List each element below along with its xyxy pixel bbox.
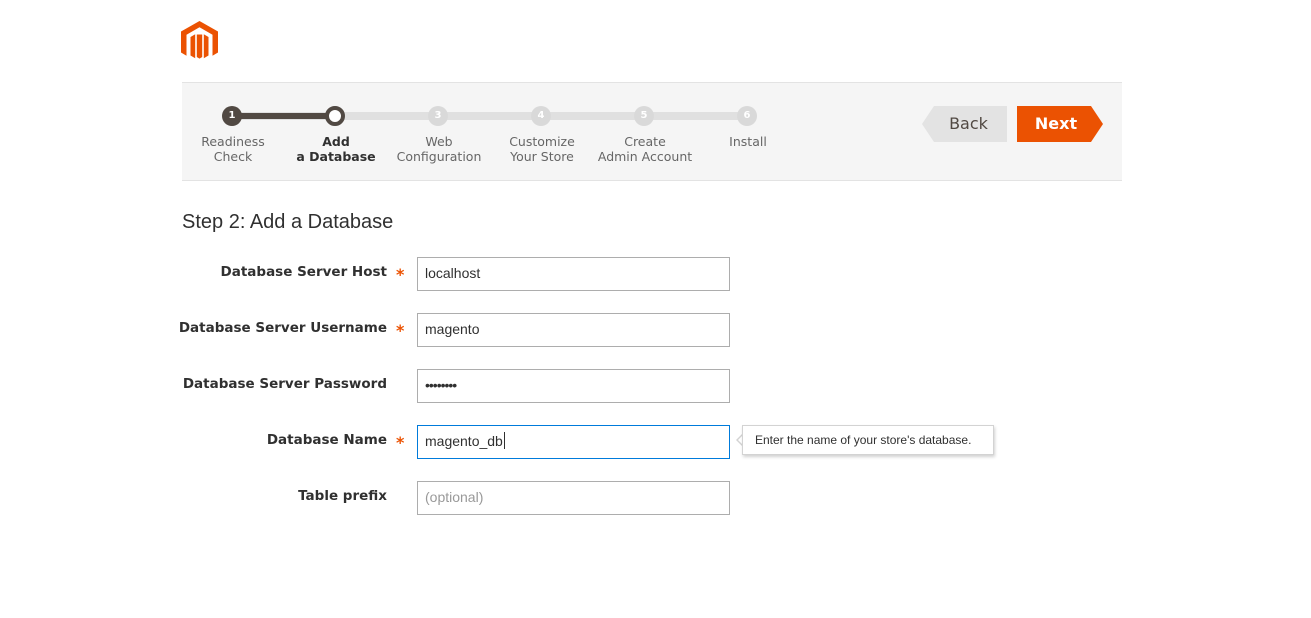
- db-username-label: Database Server Username: [178, 320, 387, 336]
- setup-wizard-page: 1 2 3 4 5 6 Readiness Check Add a Databa…: [0, 0, 1311, 618]
- progress-navigation: 1 2 3 4 5 6 Readiness Check Add a Databa…: [182, 82, 1122, 181]
- db-name-tooltip: Enter the name of your store's database.: [742, 425, 994, 455]
- step-6-marker: 6: [737, 106, 757, 126]
- db-name-input[interactable]: magento_db: [417, 425, 730, 459]
- db-host-label: Database Server Host: [220, 264, 387, 280]
- page-title: Step 2: Add a Database: [182, 211, 394, 233]
- step-2-label: Add a Database: [296, 134, 376, 164]
- step-1-marker: 1: [222, 106, 242, 126]
- db-password-label: Database Server Password: [182, 376, 387, 392]
- db-password-input[interactable]: ••••••••: [417, 369, 730, 403]
- text-caret: [503, 432, 505, 449]
- step-6-label: Install: [729, 134, 767, 149]
- back-button[interactable]: Back: [922, 106, 1007, 142]
- db-name-label: Database Name: [266, 432, 387, 448]
- step-3-label: Web Configuration: [396, 134, 482, 164]
- next-button[interactable]: Next: [1017, 106, 1103, 142]
- required-marker: *: [396, 433, 405, 452]
- step-1-label: Readiness Check: [201, 134, 265, 164]
- db-host-input[interactable]: localhost: [417, 257, 730, 291]
- magento-logo-icon: [181, 21, 218, 59]
- progress-track-completed: [232, 113, 335, 119]
- step-2-marker: 2: [325, 106, 345, 126]
- step-5-marker: 5: [634, 106, 654, 126]
- table-prefix-label: Table prefix: [298, 488, 387, 504]
- form-row-table-prefix: Table prefix (optional): [182, 481, 1012, 515]
- form-row-db-username: Database Server Username * magento: [178, 313, 1012, 347]
- db-name-value: magento_db: [425, 433, 503, 449]
- required-marker: *: [396, 321, 405, 340]
- step-4-marker: 4: [531, 106, 551, 126]
- table-prefix-input[interactable]: (optional): [417, 481, 730, 515]
- form-row-db-password: Database Server Password ••••••••: [182, 369, 1012, 403]
- required-marker: *: [396, 265, 405, 284]
- db-username-input[interactable]: magento: [417, 313, 730, 347]
- step-3-marker: 3: [428, 106, 448, 126]
- step-4-label: Customize Your Store: [509, 134, 575, 164]
- step-5-label: Create Admin Account: [597, 134, 693, 164]
- form-row-db-host: Database Server Host * localhost: [182, 257, 1012, 291]
